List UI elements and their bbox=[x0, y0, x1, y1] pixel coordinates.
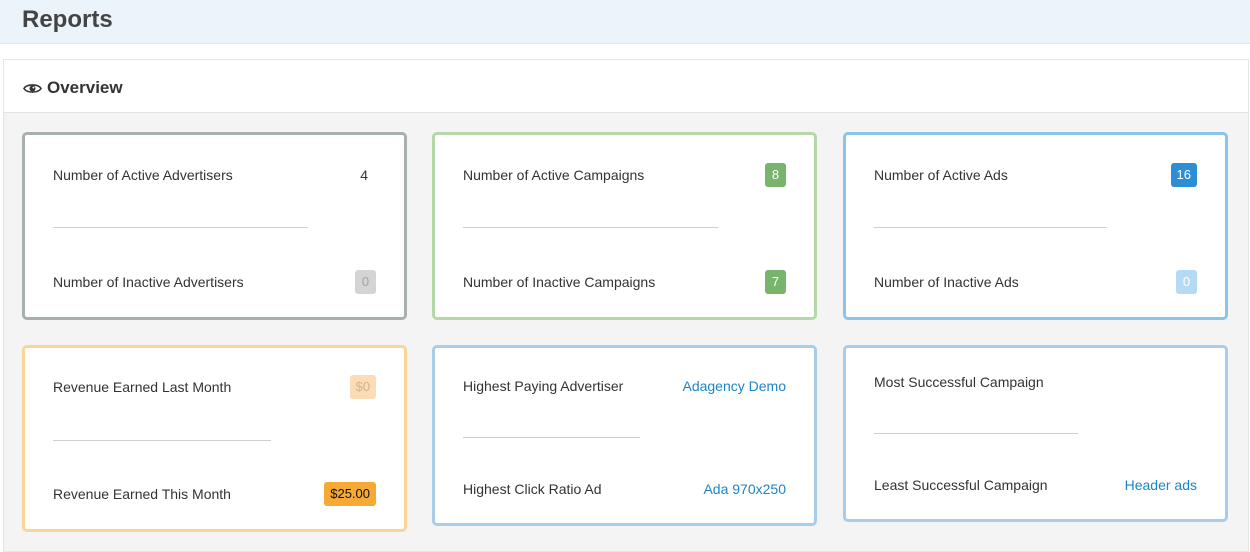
highest-paying-row: Highest Paying Advertiser Adagency Demo bbox=[463, 373, 786, 399]
revenue-last-month-label: Revenue Earned Last Month bbox=[53, 379, 232, 395]
least-successful-link[interactable]: Header ads bbox=[1125, 477, 1197, 493]
eye-icon bbox=[23, 83, 42, 93]
active-advertisers-label: Number of Active Advertisers bbox=[53, 167, 233, 183]
active-campaigns-label: Number of Active Campaigns bbox=[463, 167, 645, 183]
inactive-advertisers-badge: 0 bbox=[355, 270, 376, 294]
revenue-this-month-badge: $25.00 bbox=[324, 482, 376, 506]
campaigns-card: Number of Active Campaigns 8 Number of I… bbox=[432, 132, 817, 320]
most-successful-row: Most Successful Campaign bbox=[874, 369, 1197, 395]
divider bbox=[463, 437, 640, 438]
inactive-advertisers-label: Number of Inactive Advertisers bbox=[53, 274, 244, 290]
highest-paying-label: Highest Paying Advertiser bbox=[463, 378, 624, 394]
inactive-ads-label: Number of Inactive Ads bbox=[874, 274, 1019, 290]
panel-title-text: Overview bbox=[47, 78, 123, 97]
inactive-campaigns-badge: 7 bbox=[765, 270, 786, 294]
divider bbox=[874, 227, 1107, 228]
divider bbox=[874, 433, 1078, 434]
inactive-campaigns-row: Number of Inactive Campaigns 7 bbox=[463, 269, 786, 295]
ads-card: Number of Active Ads 16 Number of Inacti… bbox=[843, 132, 1228, 320]
revenue-this-month-label: Revenue Earned This Month bbox=[53, 486, 231, 502]
page-header: Reports bbox=[0, 0, 1250, 44]
least-successful-row: Least Successful Campaign Header ads bbox=[874, 472, 1197, 498]
active-advertisers-row: Number of Active Advertisers 4 bbox=[53, 162, 376, 188]
active-campaigns-badge: 8 bbox=[765, 163, 786, 187]
panel-heading: Overview bbox=[4, 60, 1248, 113]
inactive-ads-badge: 0 bbox=[1176, 270, 1197, 294]
highest-click-link[interactable]: Ada 970x250 bbox=[703, 481, 786, 497]
active-ads-label: Number of Active Ads bbox=[874, 167, 1008, 183]
divider bbox=[53, 227, 308, 228]
revenue-card: Revenue Earned Last Month $0 Revenue Ear… bbox=[22, 345, 407, 532]
divider bbox=[463, 227, 718, 228]
inactive-ads-row: Number of Inactive Ads 0 bbox=[874, 269, 1197, 295]
active-ads-row: Number of Active Ads 16 bbox=[874, 162, 1197, 188]
divider bbox=[53, 440, 271, 441]
active-ads-badge: 16 bbox=[1170, 163, 1197, 187]
highest-card: Highest Paying Advertiser Adagency Demo … bbox=[432, 345, 817, 526]
revenue-last-month-row: Revenue Earned Last Month $0 bbox=[53, 374, 376, 400]
active-advertisers-value: 4 bbox=[360, 167, 368, 183]
inactive-advertisers-row: Number of Inactive Advertisers 0 bbox=[53, 269, 376, 295]
inactive-campaigns-label: Number of Inactive Campaigns bbox=[463, 274, 656, 290]
highest-paying-link[interactable]: Adagency Demo bbox=[682, 378, 786, 394]
panel-title: Overview bbox=[23, 78, 123, 98]
advertisers-card: Number of Active Advertisers 4 Number of… bbox=[22, 132, 407, 320]
active-campaigns-row: Number of Active Campaigns 8 bbox=[463, 162, 786, 188]
most-successful-label: Most Successful Campaign bbox=[874, 374, 1044, 390]
highest-click-row: Highest Click Ratio Ad Ada 970x250 bbox=[463, 476, 786, 502]
revenue-this-month-row: Revenue Earned This Month $25.00 bbox=[53, 481, 376, 507]
least-successful-label: Least Successful Campaign bbox=[874, 477, 1048, 493]
page-title: Reports bbox=[22, 6, 113, 33]
highest-click-label: Highest Click Ratio Ad bbox=[463, 481, 602, 497]
revenue-last-month-badge: $0 bbox=[349, 375, 376, 399]
success-card: Most Successful Campaign Least Successfu… bbox=[843, 345, 1228, 522]
